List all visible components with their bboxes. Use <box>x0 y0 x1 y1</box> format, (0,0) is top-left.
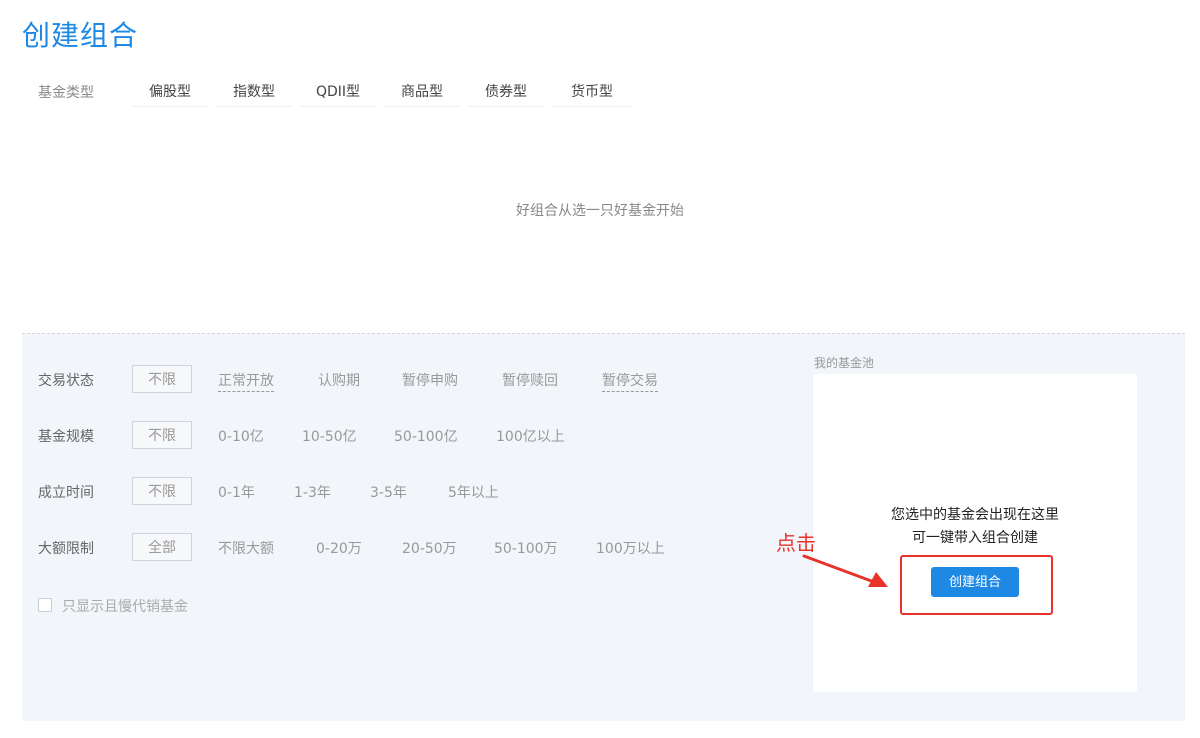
filter-option[interactable]: 0-10亿 <box>218 426 264 446</box>
fund-pool-message: 您选中的基金会出现在这里 <box>891 507 1059 523</box>
filter-option[interactable]: 50-100亿 <box>394 426 458 446</box>
filter-option-all[interactable]: 不限 <box>132 477 192 505</box>
tab-equity[interactable]: 偏股型 <box>132 78 208 107</box>
filter-option[interactable]: 10-50亿 <box>302 426 357 446</box>
filter-option[interactable]: 暂停交易 <box>602 370 658 392</box>
tab-money[interactable]: 货币型 <box>552 78 632 107</box>
filter-label: 基金规模 <box>38 429 94 445</box>
filter-option[interactable]: 1-3年 <box>294 482 331 502</box>
filter-option[interactable]: 20-50万 <box>402 538 457 558</box>
filter-option[interactable]: 不限大额 <box>218 538 274 558</box>
filter-option[interactable]: 0-20万 <box>316 538 362 558</box>
filter-option[interactable]: 认购期 <box>318 370 360 390</box>
filter-option-all[interactable]: 不限 <box>132 365 192 393</box>
tab-index[interactable]: 指数型 <box>216 78 292 107</box>
tab-qdii[interactable]: QDII型 <box>300 78 376 107</box>
fund-pool-message: 可一键带入组合创建 <box>912 530 1038 546</box>
filter-option[interactable]: 暂停申购 <box>402 370 458 390</box>
filter-option[interactable]: 50-100万 <box>494 538 558 558</box>
filter-row-large-limit: 大额限制 全部 不限大额 0-20万 20-50万 50-100万 100万以上 <box>22 533 782 563</box>
annotation-arrow-icon <box>802 554 888 587</box>
only-qieman-checkbox[interactable] <box>38 598 52 612</box>
tab-commodity[interactable]: 商品型 <box>384 78 460 107</box>
filter-option[interactable]: 100亿以上 <box>496 426 565 446</box>
filter-option[interactable]: 暂停赎回 <box>502 370 558 390</box>
filter-label: 成立时间 <box>38 485 94 501</box>
fund-pool-card: 您选中的基金会出现在这里 可一键带入组合创建 <box>813 374 1137 692</box>
create-portfolio-button[interactable]: 创建组合 <box>931 567 1019 597</box>
filter-row-trade-status: 交易状态 不限 正常开放 认购期 暂停申购 暂停赎回 暂停交易 <box>22 365 782 395</box>
tab-bond[interactable]: 债券型 <box>468 78 544 107</box>
fund-pool-title: 我的基金池 <box>814 356 875 370</box>
filter-option[interactable]: 正常开放 <box>218 370 274 392</box>
fund-type-label: 基金类型 <box>38 85 94 101</box>
empty-hint: 好组合从选一只好基金开始 <box>516 203 684 219</box>
filter-option[interactable]: 5年以上 <box>448 482 499 502</box>
filter-option[interactable]: 0-1年 <box>218 482 255 502</box>
page-title: 创建组合 <box>22 19 139 52</box>
filter-option-all[interactable]: 全部 <box>132 533 192 561</box>
filter-row-establish-time: 成立时间 不限 0-1年 1-3年 3-5年 5年以上 <box>22 477 782 507</box>
only-qieman-label: 只显示且慢代销基金 <box>62 599 188 615</box>
filter-row-fund-size: 基金规模 不限 0-10亿 10-50亿 50-100亿 100亿以上 <box>22 421 782 451</box>
filter-option[interactable]: 3-5年 <box>370 482 407 502</box>
filter-label: 大额限制 <box>38 541 94 557</box>
filter-label: 交易状态 <box>38 373 94 389</box>
filter-option-all[interactable]: 不限 <box>132 421 192 449</box>
filter-option[interactable]: 100万以上 <box>596 538 665 558</box>
